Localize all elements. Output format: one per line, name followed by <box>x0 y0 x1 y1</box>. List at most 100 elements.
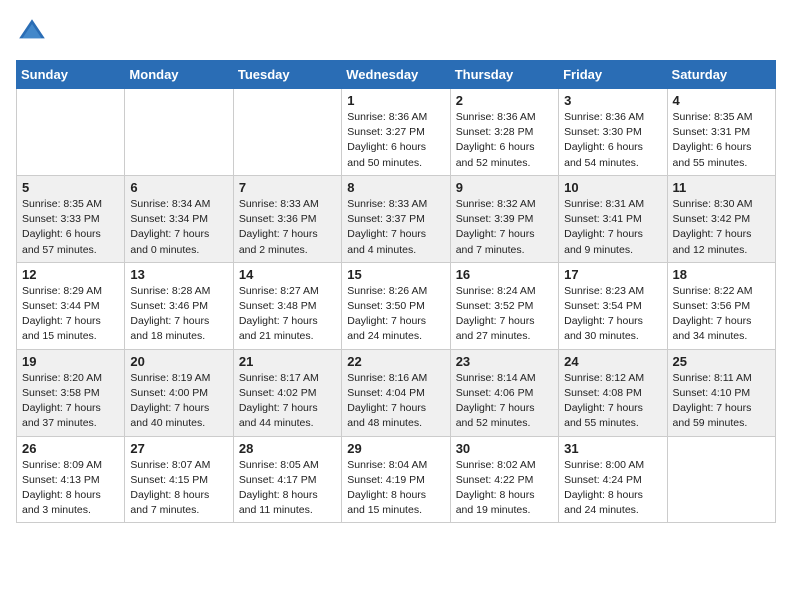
day-number: 6 <box>130 180 227 195</box>
day-number: 3 <box>564 93 661 108</box>
calendar-day-cell <box>17 89 125 176</box>
calendar-day-cell: 24 Sunrise: 8:12 AM Sunset: 4:08 PM Dayli… <box>559 349 667 436</box>
day-info: Sunrise: 8:17 AM Sunset: 4:02 PM Dayligh… <box>239 371 336 432</box>
calendar-day-cell <box>233 89 341 176</box>
calendar-day-cell: 26 Sunrise: 8:09 AM Sunset: 4:13 PM Dayli… <box>17 436 125 523</box>
day-number: 21 <box>239 354 336 369</box>
day-number: 26 <box>22 441 119 456</box>
day-info: Sunrise: 8:09 AM Sunset: 4:13 PM Dayligh… <box>22 458 119 519</box>
calendar-day-cell: 4Sunrise: 8:35 AM Sunset: 3:31 PM Daylig… <box>667 89 775 176</box>
day-number: 19 <box>22 354 119 369</box>
day-info: Sunrise: 8:36 AM Sunset: 3:27 PM Dayligh… <box>347 110 444 171</box>
calendar-day-cell: 22 Sunrise: 8:16 AM Sunset: 4:04 PM Dayli… <box>342 349 450 436</box>
calendar-week-row: 1Sunrise: 8:36 AM Sunset: 3:27 PM Daylig… <box>17 89 776 176</box>
calendar-day-cell: 7 Sunrise: 8:33 AM Sunset: 3:36 PM Daylig… <box>233 175 341 262</box>
day-info: Sunrise: 8:05 AM Sunset: 4:17 PM Dayligh… <box>239 458 336 519</box>
day-number: 23 <box>456 354 553 369</box>
day-info: Sunrise: 8:26 AM Sunset: 3:50 PM Dayligh… <box>347 284 444 345</box>
day-number: 11 <box>673 180 770 195</box>
day-info: Sunrise: 8:19 AM Sunset: 4:00 PM Dayligh… <box>130 371 227 432</box>
day-number: 18 <box>673 267 770 282</box>
page-header <box>16 16 776 48</box>
day-info: Sunrise: 8:11 AM Sunset: 4:10 PM Dayligh… <box>673 371 770 432</box>
day-info: Sunrise: 8:29 AM Sunset: 3:44 PM Dayligh… <box>22 284 119 345</box>
day-number: 5 <box>22 180 119 195</box>
day-number: 22 <box>347 354 444 369</box>
day-info: Sunrise: 8:28 AM Sunset: 3:46 PM Dayligh… <box>130 284 227 345</box>
logo-icon <box>16 16 48 48</box>
day-info: Sunrise: 8:12 AM Sunset: 4:08 PM Dayligh… <box>564 371 661 432</box>
calendar-week-row: 19 Sunrise: 8:20 AM Sunset: 3:58 PM Dayli… <box>17 349 776 436</box>
calendar-day-cell <box>667 436 775 523</box>
day-of-week-header: Friday <box>559 61 667 89</box>
calendar-day-cell: 1Sunrise: 8:36 AM Sunset: 3:27 PM Daylig… <box>342 89 450 176</box>
calendar-day-cell: 18 Sunrise: 8:22 AM Sunset: 3:56 PM Dayli… <box>667 262 775 349</box>
calendar-table: SundayMondayTuesdayWednesdayThursdayFrid… <box>16 60 776 523</box>
calendar-day-cell: 17 Sunrise: 8:23 AM Sunset: 3:54 PM Dayli… <box>559 262 667 349</box>
calendar-day-cell: 14 Sunrise: 8:27 AM Sunset: 3:48 PM Dayli… <box>233 262 341 349</box>
day-info: Sunrise: 8:22 AM Sunset: 3:56 PM Dayligh… <box>673 284 770 345</box>
calendar-day-cell: 13 Sunrise: 8:28 AM Sunset: 3:46 PM Dayli… <box>125 262 233 349</box>
day-number: 27 <box>130 441 227 456</box>
day-number: 8 <box>347 180 444 195</box>
day-info: Sunrise: 8:27 AM Sunset: 3:48 PM Dayligh… <box>239 284 336 345</box>
day-info: Sunrise: 8:34 AM Sunset: 3:34 PM Dayligh… <box>130 197 227 258</box>
calendar-day-cell: 2Sunrise: 8:36 AM Sunset: 3:28 PM Daylig… <box>450 89 558 176</box>
day-number: 13 <box>130 267 227 282</box>
day-info: Sunrise: 8:35 AM Sunset: 3:33 PM Dayligh… <box>22 197 119 258</box>
calendar-day-cell: 9 Sunrise: 8:32 AM Sunset: 3:39 PM Daylig… <box>450 175 558 262</box>
calendar-week-row: 26 Sunrise: 8:09 AM Sunset: 4:13 PM Dayli… <box>17 436 776 523</box>
day-info: Sunrise: 8:02 AM Sunset: 4:22 PM Dayligh… <box>456 458 553 519</box>
day-info: Sunrise: 8:30 AM Sunset: 3:42 PM Dayligh… <box>673 197 770 258</box>
day-number: 17 <box>564 267 661 282</box>
calendar-day-cell: 3 Sunrise: 8:36 AM Sunset: 3:30 PM Daylig… <box>559 89 667 176</box>
day-number: 7 <box>239 180 336 195</box>
calendar-day-cell: 5 Sunrise: 8:35 AM Sunset: 3:33 PM Daylig… <box>17 175 125 262</box>
day-number: 15 <box>347 267 444 282</box>
day-number: 20 <box>130 354 227 369</box>
calendar-day-cell: 19 Sunrise: 8:20 AM Sunset: 3:58 PM Dayli… <box>17 349 125 436</box>
calendar-week-row: 12 Sunrise: 8:29 AM Sunset: 3:44 PM Dayli… <box>17 262 776 349</box>
calendar-day-cell: 21 Sunrise: 8:17 AM Sunset: 4:02 PM Dayli… <box>233 349 341 436</box>
calendar-day-cell: 28 Sunrise: 8:05 AM Sunset: 4:17 PM Dayli… <box>233 436 341 523</box>
day-number: 28 <box>239 441 336 456</box>
day-info: Sunrise: 8:33 AM Sunset: 3:36 PM Dayligh… <box>239 197 336 258</box>
day-number: 29 <box>347 441 444 456</box>
calendar-day-cell: 29 Sunrise: 8:04 AM Sunset: 4:19 PM Dayli… <box>342 436 450 523</box>
calendar-week-row: 5 Sunrise: 8:35 AM Sunset: 3:33 PM Daylig… <box>17 175 776 262</box>
day-number: 16 <box>456 267 553 282</box>
calendar-day-cell <box>125 89 233 176</box>
calendar-day-cell: 15 Sunrise: 8:26 AM Sunset: 3:50 PM Dayli… <box>342 262 450 349</box>
day-info: Sunrise: 8:04 AM Sunset: 4:19 PM Dayligh… <box>347 458 444 519</box>
calendar-day-cell: 20 Sunrise: 8:19 AM Sunset: 4:00 PM Dayli… <box>125 349 233 436</box>
day-info: Sunrise: 8:20 AM Sunset: 3:58 PM Dayligh… <box>22 371 119 432</box>
calendar-day-cell: 23Sunrise: 8:14 AM Sunset: 4:06 PM Dayli… <box>450 349 558 436</box>
day-info: Sunrise: 8:23 AM Sunset: 3:54 PM Dayligh… <box>564 284 661 345</box>
day-of-week-header: Saturday <box>667 61 775 89</box>
day-info: Sunrise: 8:31 AM Sunset: 3:41 PM Dayligh… <box>564 197 661 258</box>
calendar-header-row: SundayMondayTuesdayWednesdayThursdayFrid… <box>17 61 776 89</box>
calendar-day-cell: 30Sunrise: 8:02 AM Sunset: 4:22 PM Dayli… <box>450 436 558 523</box>
day-number: 12 <box>22 267 119 282</box>
day-number: 10 <box>564 180 661 195</box>
calendar-day-cell: 11 Sunrise: 8:30 AM Sunset: 3:42 PM Dayli… <box>667 175 775 262</box>
day-number: 24 <box>564 354 661 369</box>
calendar-day-cell: 27 Sunrise: 8:07 AM Sunset: 4:15 PM Dayli… <box>125 436 233 523</box>
calendar-day-cell: 31 Sunrise: 8:00 AM Sunset: 4:24 PM Dayli… <box>559 436 667 523</box>
day-number: 4 <box>673 93 770 108</box>
day-info: Sunrise: 8:16 AM Sunset: 4:04 PM Dayligh… <box>347 371 444 432</box>
day-info: Sunrise: 8:00 AM Sunset: 4:24 PM Dayligh… <box>564 458 661 519</box>
day-number: 9 <box>456 180 553 195</box>
day-info: Sunrise: 8:24 AM Sunset: 3:52 PM Dayligh… <box>456 284 553 345</box>
day-of-week-header: Tuesday <box>233 61 341 89</box>
day-info: Sunrise: 8:36 AM Sunset: 3:30 PM Dayligh… <box>564 110 661 171</box>
day-info: Sunrise: 8:07 AM Sunset: 4:15 PM Dayligh… <box>130 458 227 519</box>
calendar-day-cell: 16 Sunrise: 8:24 AM Sunset: 3:52 PM Dayli… <box>450 262 558 349</box>
day-number: 14 <box>239 267 336 282</box>
calendar-day-cell: 12 Sunrise: 8:29 AM Sunset: 3:44 PM Dayli… <box>17 262 125 349</box>
calendar-day-cell: 6 Sunrise: 8:34 AM Sunset: 3:34 PM Daylig… <box>125 175 233 262</box>
day-info: Sunrise: 8:36 AM Sunset: 3:28 PM Dayligh… <box>456 110 553 171</box>
day-info: Sunrise: 8:32 AM Sunset: 3:39 PM Dayligh… <box>456 197 553 258</box>
calendar-day-cell: 25Sunrise: 8:11 AM Sunset: 4:10 PM Dayli… <box>667 349 775 436</box>
day-number: 31 <box>564 441 661 456</box>
